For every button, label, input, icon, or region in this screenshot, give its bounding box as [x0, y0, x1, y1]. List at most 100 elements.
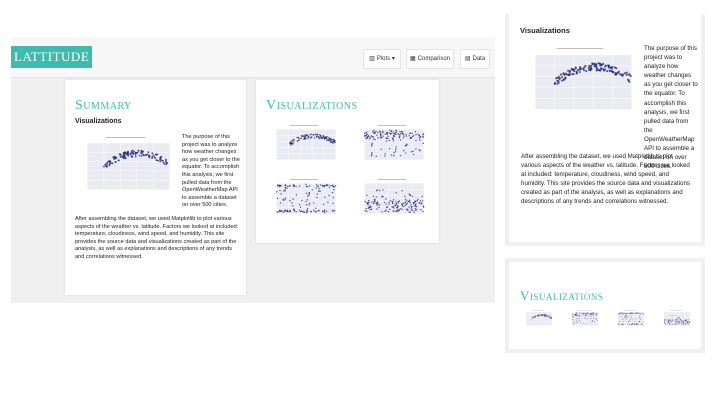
scatter-point [317, 210, 319, 212]
scatter-point [392, 138, 394, 140]
scatter-point [366, 194, 368, 196]
scatter-point [622, 313, 624, 315]
scatter-point [623, 72, 626, 75]
cloudiness-thumbnail[interactable] [268, 176, 340, 222]
scatter-point [378, 189, 381, 192]
scatter-point [675, 324, 677, 326]
scatter-point [558, 77, 561, 80]
scatter-point [328, 186, 331, 188]
scatter-point [379, 131, 382, 133]
comparison-button[interactable]: ▦ Comparison [406, 49, 454, 69]
scatter-point [364, 132, 366, 134]
scatter-point [532, 316, 534, 318]
scatter-point [642, 313, 644, 315]
scatter-point [372, 136, 375, 138]
mobile-summary-card: Visualizations The purpose of this proje… [509, 14, 701, 242]
scatter-point [279, 210, 282, 213]
humidity-thumbnail[interactable] [356, 122, 428, 168]
scatter-point [593, 317, 595, 319]
scatter-point [581, 315, 583, 317]
scatter-point [681, 323, 683, 325]
scatter-point [590, 67, 593, 70]
scatter-point [396, 209, 399, 211]
scatter-point [315, 184, 318, 186]
scatter-point [419, 200, 422, 202]
scatter-point [582, 323, 584, 325]
mobile-thumb-cloudiness[interactable] [613, 309, 647, 329]
scatter-point [325, 184, 328, 186]
scatter-point [534, 315, 536, 317]
scatter-point [399, 139, 402, 141]
scatter-point [165, 163, 168, 166]
scatter-point [587, 315, 589, 316]
scatter-point [624, 316, 626, 318]
scatter-point [304, 137, 306, 140]
scatter-point [678, 319, 680, 321]
scatter-point [582, 314, 584, 315]
scatter-point [589, 312, 591, 314]
mobile-temperature-plot[interactable] [521, 42, 639, 124]
scatter-point [298, 185, 301, 187]
scatter-point [382, 189, 384, 191]
scatter-point [395, 148, 397, 150]
scatter-point [299, 137, 302, 140]
scatter-point [303, 138, 305, 140]
scatter-point [669, 319, 671, 321]
scatter-point [671, 320, 673, 322]
scatter-point [292, 139, 294, 142]
scatter-point [580, 313, 582, 315]
scatter-point [626, 312, 628, 314]
data-button[interactable]: ▤ Data [460, 49, 490, 69]
mobile-thumb-temperature[interactable] [521, 309, 555, 329]
scatter-point [154, 153, 157, 156]
scatter-point [585, 313, 587, 314]
scatter-point [664, 319, 665, 321]
scatter-point [669, 324, 671, 326]
scatter-point [118, 153, 121, 156]
scatter-point [314, 207, 317, 209]
scatter-point [683, 319, 684, 321]
scatter-point [315, 187, 317, 189]
scatter-point [310, 210, 313, 213]
scatter-point [393, 133, 396, 135]
scatter-point [400, 132, 402, 135]
mobile-thumb-humidity[interactable] [567, 309, 601, 329]
visualizations-card: Visualizations [256, 80, 439, 243]
scatter-point [315, 134, 317, 136]
scatter-point [415, 209, 418, 211]
scatter-point [142, 154, 145, 157]
scatter-point [548, 315, 549, 317]
scatter-point [579, 321, 581, 323]
scatter-point [134, 153, 137, 156]
scatter-point [628, 313, 630, 314]
scatter-point [674, 321, 676, 323]
scatter-point [667, 322, 669, 324]
scatter-point [111, 162, 114, 165]
scatter-point [406, 144, 408, 146]
scatter-point [536, 315, 538, 317]
scatter-point [618, 314, 620, 316]
brand-logo[interactable]: LATTITUDE [11, 46, 93, 68]
temperature-plot-image[interactable] [75, 132, 176, 202]
scatter-point [541, 315, 543, 316]
scatter-point [626, 317, 628, 319]
plots-label: Plots [376, 56, 391, 62]
scatter-point [404, 195, 406, 198]
wind-speed-thumbnail[interactable] [356, 176, 428, 222]
mobile-thumb-wind[interactable] [659, 309, 693, 329]
scatter-point [630, 315, 632, 317]
scatter-point [419, 139, 421, 141]
temperature-thumbnail[interactable] [268, 122, 340, 168]
scatter-point [638, 316, 640, 318]
scatter-point [375, 155, 378, 158]
scatter-point [318, 188, 320, 190]
plots-dropdown-button[interactable]: ▥ Plots ▾ [363, 49, 401, 69]
scatter-point [611, 66, 614, 69]
scatter-point [305, 200, 307, 203]
scatter-point [371, 143, 373, 146]
scatter-point [573, 319, 574, 321]
scatter-point [670, 315, 672, 317]
scatter-point [584, 314, 586, 316]
scatter-point [546, 315, 547, 317]
scatter-point [622, 312, 624, 314]
